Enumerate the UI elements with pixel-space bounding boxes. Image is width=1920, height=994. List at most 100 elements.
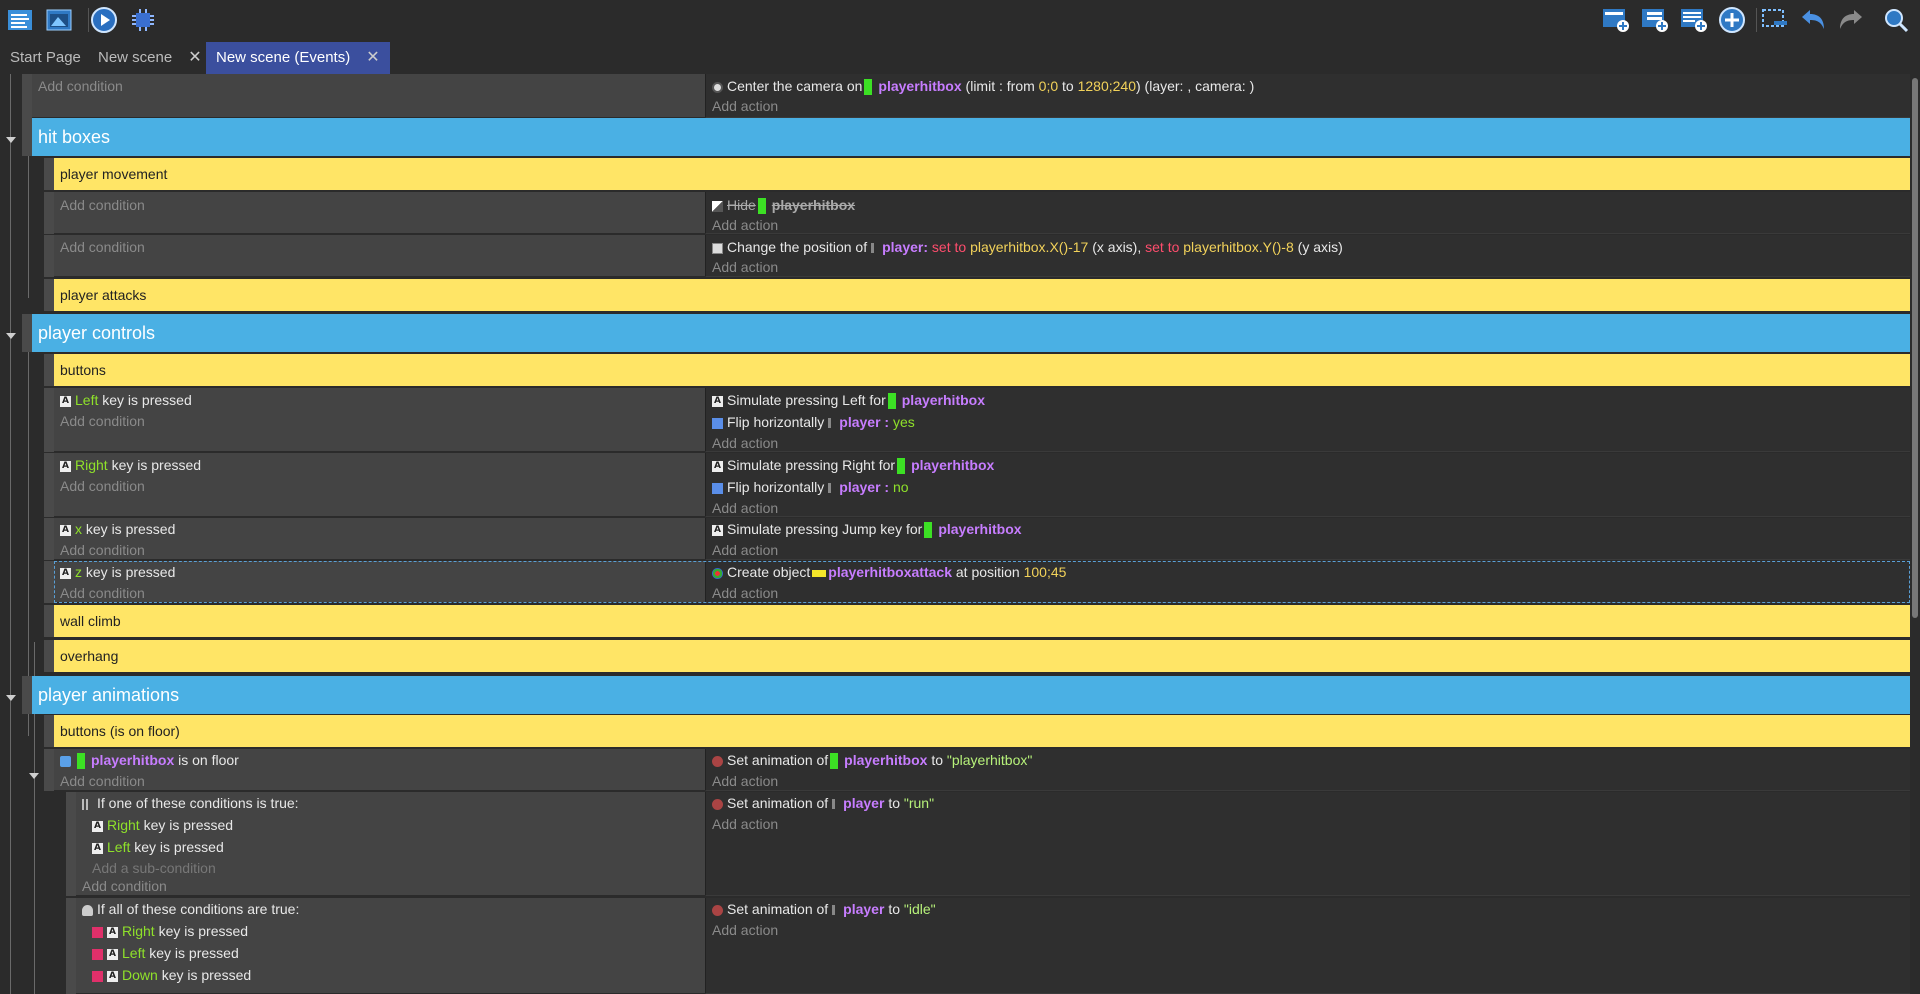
group-hit-boxes[interactable]: hit boxes (32, 118, 1910, 156)
action-create-object[interactable]: Create object playerhitboxattack at posit… (712, 562, 1066, 582)
actions-panel[interactable]: Hide playerhitbox Add action (705, 192, 1910, 234)
tab-new-scene[interactable]: New scene ✕ (88, 42, 212, 74)
scrollbar-thumb[interactable] (1912, 78, 1918, 618)
preview-play-icon[interactable] (89, 5, 119, 35)
add-subcondition-link[interactable]: Add a sub-condition (92, 858, 216, 878)
close-icon[interactable]: ✕ (188, 49, 201, 66)
add-condition-link[interactable]: Add condition (60, 476, 145, 496)
condition-key-pressed[interactable]: A Right key is pressed (60, 455, 201, 475)
condition-and-group[interactable]: If all of these conditions are true: (82, 899, 299, 919)
actions-panel[interactable]: Set animation of player to "idle" Add act… (705, 898, 1910, 994)
actions-panel[interactable]: Create object playerhitboxattack at posit… (705, 561, 1910, 603)
conditions-panel[interactable]: Add condition (32, 74, 705, 118)
add-condition-link[interactable]: Add condition (38, 76, 123, 96)
tab-start-page[interactable]: Start Page (0, 42, 91, 74)
conditions-panel[interactable]: Add condition (54, 192, 705, 234)
add-action-link[interactable]: Add action (712, 583, 778, 603)
condition-on-floor[interactable]: playerhitbox is on floor (60, 750, 239, 770)
conditions-panel[interactable]: playerhitbox is on floor Add condition (54, 749, 705, 791)
add-action-link[interactable]: Add action (712, 96, 778, 116)
add-condition-link[interactable]: Add condition (60, 195, 145, 215)
condition-key-pressed[interactable]: A Left key is pressed (92, 837, 224, 857)
actions-panel[interactable]: Set animation of player to "run" Add acti… (705, 792, 1910, 896)
collapse-arrow-icon[interactable] (6, 695, 16, 701)
conditions-panel[interactable]: Add condition (54, 235, 705, 277)
add-condition-link[interactable]: Add condition (60, 583, 145, 603)
add-condition-link[interactable]: Add condition (60, 771, 145, 791)
add-comment-icon[interactable] (1679, 5, 1709, 35)
actions-panel[interactable]: Set animation of playerhitbox to "playerh… (705, 749, 1910, 791)
comment-buttons-on-floor[interactable]: buttons (is on floor) (54, 715, 1910, 747)
add-more-icon[interactable] (1717, 5, 1747, 35)
actions-panel[interactable]: Center the camera on playerhitbox (limit … (705, 74, 1910, 118)
condition-key-pressed[interactable]: A Right key is pressed (92, 815, 233, 835)
condition-key-pressed[interactable]: Az key is pressed (60, 562, 175, 582)
add-subevent-icon[interactable] (1640, 5, 1670, 35)
conditions-panel[interactable]: If all of these conditions are true: A Ri… (76, 898, 705, 994)
actions-panel[interactable]: A Simulate pressing Left for playerhitbox … (705, 388, 1910, 452)
action-simulate-jump[interactable]: A Simulate pressing Jump key for playerhit… (712, 519, 1022, 539)
collapse-arrow-icon[interactable] (29, 773, 39, 779)
condition-key-pressed[interactable]: Ax key is pressed (60, 519, 175, 539)
redo-icon[interactable] (1836, 5, 1866, 35)
comment-player-movement[interactable]: player movement (54, 158, 1910, 190)
conditions-panel[interactable]: Ax key is pressed Add condition (54, 518, 705, 560)
close-icon[interactable]: ✕ (366, 49, 379, 66)
action-hide[interactable]: Hide playerhitbox (712, 195, 855, 215)
comment-overhang[interactable]: overhang (54, 640, 1910, 672)
action-simulate-right[interactable]: A Simulate pressing Right for playerhitbox (712, 455, 994, 475)
collapse-arrow-icon[interactable] (6, 333, 16, 339)
add-action-link[interactable]: Add action (712, 540, 778, 560)
action-set-animation[interactable]: Set animation of player to "run" (712, 793, 934, 813)
action-change-position[interactable]: Change the position of player: set to pla… (712, 237, 1343, 257)
add-event-icon[interactable] (1601, 5, 1631, 35)
action-flip-horizontally[interactable]: Flip horizontally player : yes (712, 412, 915, 432)
condition-key-pressed-inverted[interactable]: A Right key is pressed (92, 921, 248, 941)
search-icon[interactable] (1881, 5, 1911, 35)
event-sheet[interactable]: Add condition Center the camera on player… (0, 74, 1910, 994)
action-flip-horizontally[interactable]: Flip horizontally player : no (712, 477, 909, 497)
conditions-panel[interactable]: A Right key is pressed Add condition (54, 453, 705, 517)
scene-window-icon[interactable] (44, 5, 74, 35)
comment-buttons[interactable]: buttons (54, 354, 1910, 386)
condition-key-pressed[interactable]: A Left key is pressed (60, 390, 192, 410)
action-set-animation[interactable]: Set animation of player to "idle" (712, 899, 936, 919)
add-condition-link[interactable]: Add condition (60, 540, 145, 560)
keyboard-icon: A (107, 926, 118, 938)
add-action-link[interactable]: Add action (712, 771, 778, 791)
condition-key-pressed-inverted[interactable]: A Down key is pressed (92, 965, 251, 985)
undo-icon[interactable] (1798, 5, 1828, 35)
condition-key-pressed-inverted[interactable]: A Left key is pressed (92, 943, 239, 963)
action-text: Simulate pressing Jump key for (727, 521, 923, 537)
add-action-link[interactable]: Add action (712, 257, 778, 277)
condition-or-group[interactable]: If one of these conditions is true: (82, 793, 299, 813)
actions-panel[interactable]: A Simulate pressing Right for playerhitbox… (705, 453, 1910, 517)
action-set-animation[interactable]: Set animation of playerhitbox to "playerh… (712, 750, 1032, 770)
debugger-icon[interactable] (128, 5, 158, 35)
add-action-link[interactable]: Add action (712, 920, 778, 940)
add-condition-link[interactable]: Add condition (82, 876, 167, 896)
group-player-animations[interactable]: player animations (32, 676, 1910, 714)
add-condition-link[interactable]: Add condition (60, 237, 145, 257)
add-action-link[interactable]: Add action (712, 215, 778, 235)
vertical-scrollbar[interactable] (1910, 74, 1920, 994)
add-action-link[interactable]: Add action (712, 433, 778, 453)
conditions-panel[interactable]: If one of these conditions is true: A Rig… (76, 792, 705, 896)
add-action-link[interactable]: Add action (712, 814, 778, 834)
action-simulate-left[interactable]: A Simulate pressing Left for playerhitbox (712, 390, 985, 410)
comment-wall-climb[interactable]: wall climb (54, 605, 1910, 637)
comment-player-attacks[interactable]: player attacks (54, 279, 1910, 311)
tab-new-scene-events[interactable]: New scene (Events) ✕ (206, 42, 390, 74)
add-action-link[interactable]: Add action (712, 498, 778, 518)
conditions-panel[interactable]: Az key is pressed Add condition (54, 561, 705, 603)
select-delete-icon[interactable] (1760, 5, 1790, 35)
camera-icon (712, 81, 723, 93)
actions-panel[interactable]: Change the position of player: set to pla… (705, 235, 1910, 277)
add-condition-link[interactable]: Add condition (60, 411, 145, 431)
events-list-icon[interactable] (5, 5, 35, 35)
conditions-panel[interactable]: A Left key is pressed Add condition (54, 388, 705, 452)
actions-panel[interactable]: A Simulate pressing Jump key for playerhit… (705, 518, 1910, 560)
collapse-arrow-icon[interactable] (6, 137, 16, 143)
group-player-controls[interactable]: player controls (32, 314, 1910, 352)
action-center-camera[interactable]: Center the camera on playerhitbox (limit … (712, 76, 1254, 96)
